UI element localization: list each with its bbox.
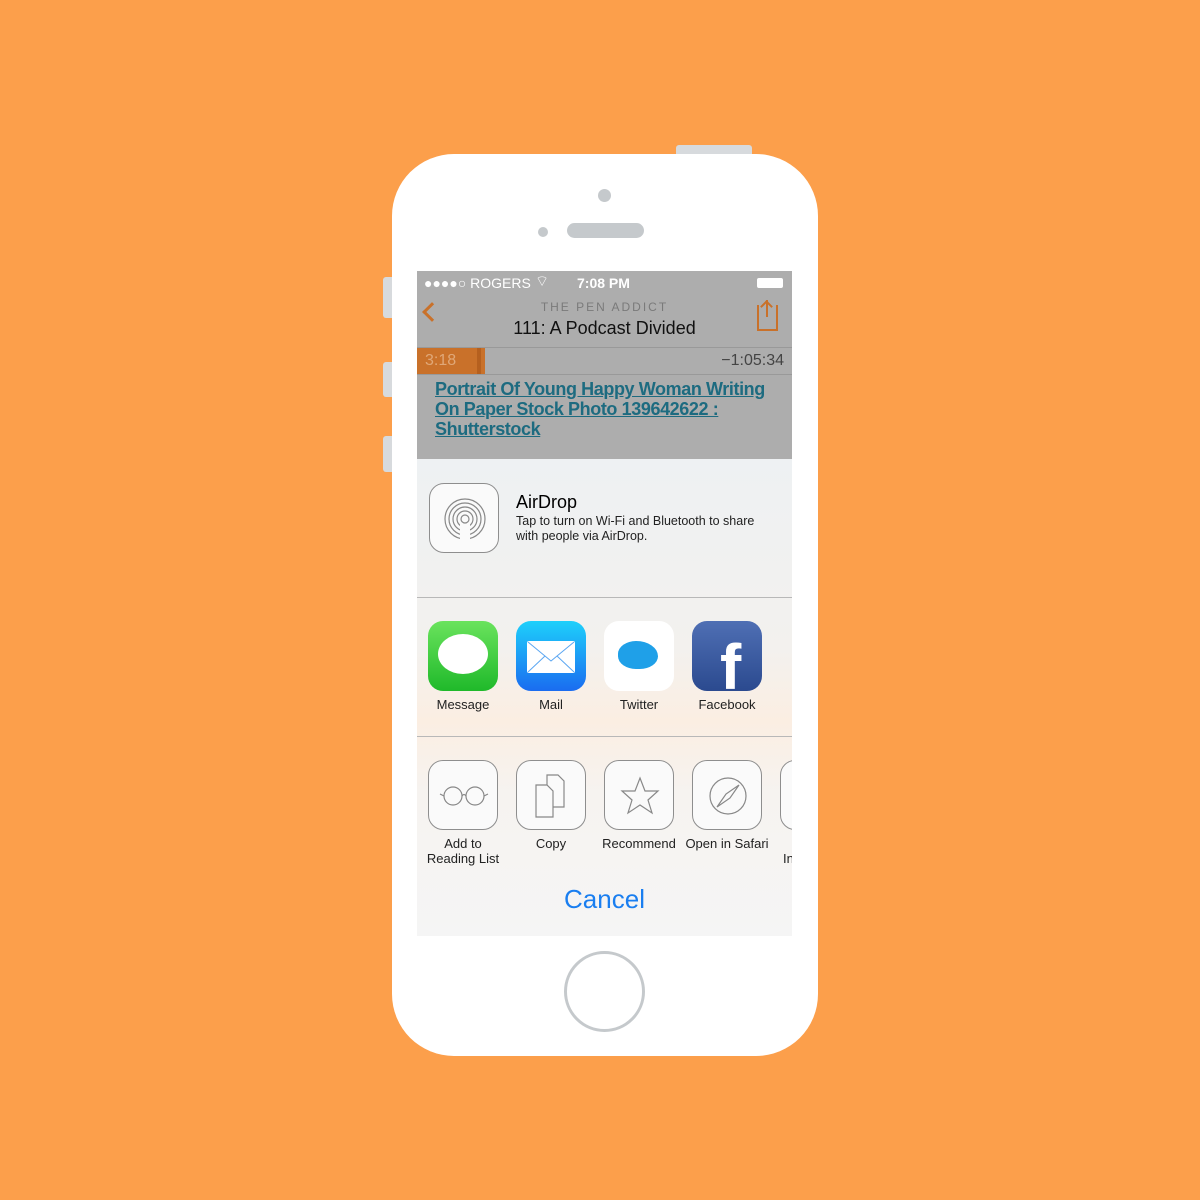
actions-row: Add to Reading List Copy Recommend Open … [417,737,792,867]
remaining-time: −1:05:34 [721,352,784,369]
action-label: Copy [535,836,567,851]
action-label: Open in Safari [685,836,769,851]
cancel-button[interactable]: Cancel [417,884,792,915]
carrier: ●●●●○ ROGERS [424,275,531,291]
screen: ●●●●○ ROGERS ⌔ 7:08 PM THE PEN ADDICT 11… [417,271,792,936]
share-sheet: AirDrop Tap to turn on Wi-Fi and Bluetoo… [417,459,792,936]
show-notes-link[interactable]: Portrait Of Young Happy Woman Writing On… [435,379,765,439]
elapsed-time: 3:18 [425,352,457,369]
share-apps-row: Message Mail Twitter f Facebook [417,598,792,736]
share-label: Twitter [619,697,659,712]
episode-title: 111: A Podcast Divided [513,318,696,338]
twitter-icon [604,621,674,691]
copy-icon [516,760,586,830]
home-button[interactable] [564,951,645,1032]
wifi-icon: ⌔ [535,273,550,290]
status-bar: ●●●●○ ROGERS ⌔ 7:08 PM [417,271,792,293]
front-camera [598,189,611,202]
message-icon [428,621,498,691]
action-label: Add to Reading List [426,836,500,866]
mail-icon [516,621,586,691]
star-icon [604,760,674,830]
speaker [567,223,644,238]
facebook-icon: f [692,621,762,691]
share-label: Message [436,697,490,712]
glasses-icon [428,760,498,830]
airdrop-description: Tap to turn on Wi-Fi and Bluetooth to sh… [516,514,755,543]
action-icon [780,760,792,830]
podcast-title: THE PEN ADDICT [540,300,669,314]
airdrop-row[interactable]: AirDrop Tap to turn on Wi-Fi and Bluetoo… [417,459,792,597]
scrubber-handle[interactable] [477,348,481,374]
podcast-app: ●●●●○ ROGERS ⌔ 7:08 PM THE PEN ADDICT 11… [417,271,792,459]
progress-bar[interactable]: 3:18 −1:05:34 [417,348,792,374]
share-icon[interactable] [757,300,778,331]
airdrop-title: AirDrop [516,492,578,512]
airdrop-icon [429,483,499,553]
share-label: Facebook [698,697,756,712]
action-label: In [783,851,792,866]
sensor [538,227,548,237]
safari-compass-icon [692,760,762,830]
time: 7:08 PM [577,275,630,291]
battery-icon [757,278,783,288]
share-label: Mail [539,697,563,712]
action-label: Recommend [602,836,676,851]
